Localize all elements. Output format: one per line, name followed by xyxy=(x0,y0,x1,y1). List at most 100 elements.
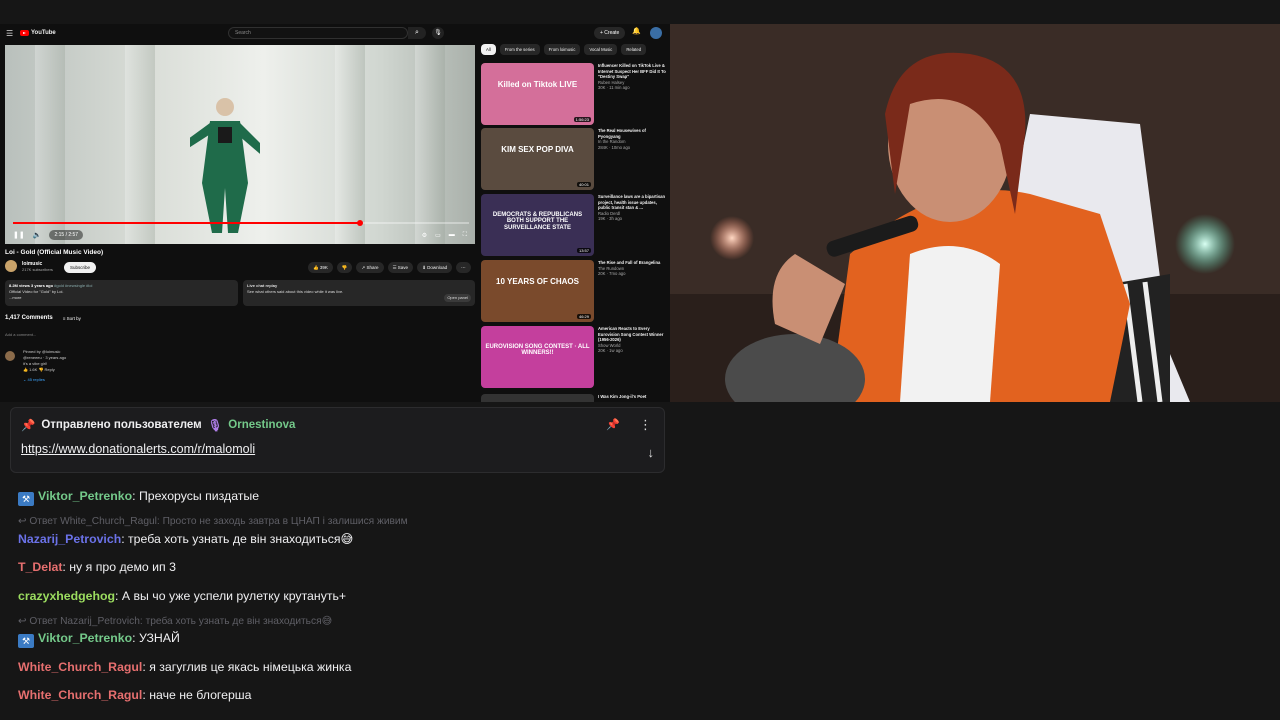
recommendation-info: I Was Kim Jong-il's Poet xyxy=(598,394,667,402)
chat-username[interactable]: crazyxhedgehog xyxy=(18,589,115,603)
chat-username[interactable]: Viktor_Petrenko xyxy=(38,489,132,503)
miniplayer-icon[interactable]: ▭ xyxy=(435,232,441,239)
thumbnail-caption: DEMOCRATS & REPUBLICANS BOTH SUPPORT THE… xyxy=(492,212,583,231)
chip-vocal[interactable]: Vocal Music xyxy=(584,44,618,55)
video-thumbnail[interactable]: EUROVISION SONG CONTEST · ALL WINNERS!! xyxy=(481,326,594,388)
curtain xyxy=(35,45,65,244)
recommendation-item[interactable]: EUROVISION SONG CONTEST · ALL WINNERS!! A… xyxy=(481,326,667,388)
youtube-logo[interactable]: YouTube xyxy=(20,30,56,36)
moderator-badge-icon[interactable]: ⚒ xyxy=(18,492,34,506)
video-duration: 13:57 xyxy=(576,248,591,253)
recommendation-title[interactable]: The Real Housewives of Pyongyang xyxy=(598,128,667,139)
search-input[interactable]: Search xyxy=(228,27,408,39)
fullscreen-icon[interactable]: ⛶ xyxy=(463,232,467,239)
video-actions: 👍 39K 👎 ↗ Share ☰ Save ⬇ Download ⋯ xyxy=(308,262,471,273)
pinned-user[interactable]: Ornestinova xyxy=(228,419,295,431)
video-player[interactable]: ❚❚ 🔈 2:15 / 2:57 ⚙ ▭ ▬ ⛶ xyxy=(5,45,475,244)
bell-icon[interactable]: 🔔 xyxy=(632,27,641,35)
chat-text: я загуглив це якась німецька жинка xyxy=(149,660,352,674)
chat-message: Nazarij_Petrovich: треба хоть узнать де … xyxy=(18,532,353,546)
recommendation-item[interactable]: DEMOCRATS & REPUBLICANS BOTH SUPPORT THE… xyxy=(481,194,667,256)
dancer-figure xyxy=(190,98,260,233)
live-chat-replay: Live chat replay See what others said ab… xyxy=(243,280,475,306)
recommendation-meta: 19K · 3h ago xyxy=(598,216,622,222)
chat-username[interactable]: White_Church_Ragul xyxy=(18,688,142,702)
theater-icon[interactable]: ▬ xyxy=(449,232,455,239)
webcam-feed xyxy=(670,24,1280,402)
more-actions-button[interactable]: ⋯ xyxy=(456,262,471,273)
search-icon[interactable]: ⌕ xyxy=(408,27,426,39)
recommendation-title[interactable]: I Was Kim Jong-il's Poet xyxy=(598,394,667,400)
recommendation-title[interactable]: American Reacts to Every Eurovision Song… xyxy=(598,326,667,343)
video-thumbnail[interactable]: KIM SEX POP DIVA 40:01 xyxy=(481,128,594,190)
more-options-icon[interactable]: ⋮ xyxy=(639,417,652,433)
comments-count: 1,417 Comments xyxy=(5,315,53,321)
thumbnail-caption: Killed on Tiktok LIVE xyxy=(497,80,578,89)
like-button[interactable]: 👍 39K xyxy=(308,262,333,273)
video-thumbnail[interactable]: Killed on Tiktok LIVE 1:56:23 xyxy=(481,63,594,125)
chip-series[interactable]: From the series xyxy=(499,44,540,55)
recommendation-title[interactable]: The Rise and Fall of Brangelina xyxy=(598,260,667,266)
expand-icon[interactable]: ↓ xyxy=(648,445,655,460)
more-link[interactable]: ...more xyxy=(9,295,234,301)
video-duration: 46:29 xyxy=(576,314,591,319)
chip-channel[interactable]: From loimusic xyxy=(543,44,581,55)
menu-icon[interactable]: ☰ xyxy=(6,29,14,38)
share-button[interactable]: ↗ Share xyxy=(356,262,384,273)
recommendation-item[interactable]: I Was Kim Jong-il's Poet xyxy=(481,394,667,402)
comment-likes: 1.6K xyxy=(29,367,38,372)
unpin-icon[interactable]: 📌 xyxy=(606,418,620,431)
time-display: 2:15 / 2:57 xyxy=(49,230,84,240)
dislike-button[interactable]: 👎 xyxy=(336,262,353,273)
thumbnail-caption: EUROVISION SONG CONTEST · ALL WINNERS!! xyxy=(485,344,590,357)
avatar[interactable] xyxy=(650,27,662,39)
video-thumbnail[interactable]: 10 YEARS OF CHAOS 46:29 xyxy=(481,260,594,322)
replies-toggle[interactable]: ⌄ 45 replies xyxy=(23,377,470,383)
comment-avatar[interactable] xyxy=(5,351,15,361)
video-thumbnail[interactable] xyxy=(481,394,594,402)
chat-reply-context[interactable]: ↩ Ответ Nazarij_Petrovich: треба хоть уз… xyxy=(18,616,332,627)
recommendation-item[interactable]: KIM SEX POP DIVA 40:01 The Real Housewives… xyxy=(481,128,667,190)
save-button[interactable]: ☰ Save xyxy=(387,262,414,273)
channel-info[interactable]: loimusic 217K subscribers xyxy=(5,260,53,272)
thumbnail-caption: 10 YEARS OF CHAOS xyxy=(496,277,579,286)
chat-username[interactable]: Viktor_Petrenko xyxy=(38,631,132,645)
chat-reply-context[interactable]: ↩ Ответ White_Church_Ragul: Просто не за… xyxy=(18,516,408,527)
settings-icon[interactable]: ⚙ xyxy=(422,232,427,239)
live-chat-text: See what others said about this video wh… xyxy=(247,289,344,294)
pin-icon: 📌 xyxy=(21,420,36,432)
comment-author[interactable]: @reneeeu xyxy=(23,355,42,360)
recommendation-title[interactable]: Influencer Killed on TikTok Live & Inter… xyxy=(598,63,667,80)
add-comment-input[interactable]: Add a comment... xyxy=(5,332,36,337)
channel-avatar[interactable] xyxy=(5,260,17,272)
description-box[interactable]: 8.2M views 3 years ago #gold #newsingle … xyxy=(5,280,238,306)
chip-related[interactable]: Related xyxy=(621,44,647,55)
video-tags[interactable]: #gold #newsingle #loi xyxy=(54,283,92,288)
recommendation-item[interactable]: Killed on Tiktok LIVE 1:56:23 Influencer K… xyxy=(481,63,667,125)
chat-username[interactable]: White_Church_Ragul xyxy=(18,660,142,674)
reply-button[interactable]: Reply xyxy=(45,367,55,372)
chat-username[interactable]: T_Delat xyxy=(18,560,62,574)
video-thumbnail[interactable]: DEMOCRATS & REPUBLICANS BOTH SUPPORT THE… xyxy=(481,194,594,256)
progress-bar[interactable] xyxy=(13,220,469,226)
chat-username[interactable]: Nazarij_Petrovich xyxy=(18,532,121,546)
youtube-logo-text: YouTube xyxy=(31,30,56,36)
recommendation-title[interactable]: Surveillance laws are a bipartisan proje… xyxy=(598,194,667,211)
download-button[interactable]: ⬇ Download xyxy=(417,262,453,273)
chat-text: наче не блогерша xyxy=(149,688,252,702)
youtube-window: ☰ YouTube Search ⌕ 🎙 + Create 🔔 ❚❚ 🔈 2:1… xyxy=(0,24,670,402)
chat-text: А вы чо уже успели рулетку крутануть+ xyxy=(121,589,347,603)
chip-all[interactable]: All xyxy=(481,44,496,55)
donation-link[interactable]: https://www.donationalerts.com/r/malomol… xyxy=(21,442,255,456)
sort-button[interactable]: ≡ Sort by xyxy=(63,316,81,321)
moderator-badge-icon[interactable]: ⚒ xyxy=(18,634,34,648)
mic-icon[interactable]: 🎙 xyxy=(432,27,444,39)
create-button[interactable]: + Create xyxy=(594,27,626,39)
pause-icon[interactable]: ❚❚ xyxy=(13,231,25,239)
volume-icon[interactable]: 🔈 xyxy=(33,231,42,239)
open-panel-button[interactable]: Open panel xyxy=(444,294,471,302)
video-duration: 1:56:23 xyxy=(573,117,591,122)
recommendation-item[interactable]: 10 YEARS OF CHAOS 46:29 The Rise and Fall … xyxy=(481,260,667,322)
recommendation-info: The Rise and Fall of Brangelina The Rundo… xyxy=(598,260,667,322)
subscribe-button[interactable]: Subscribe xyxy=(64,262,97,273)
